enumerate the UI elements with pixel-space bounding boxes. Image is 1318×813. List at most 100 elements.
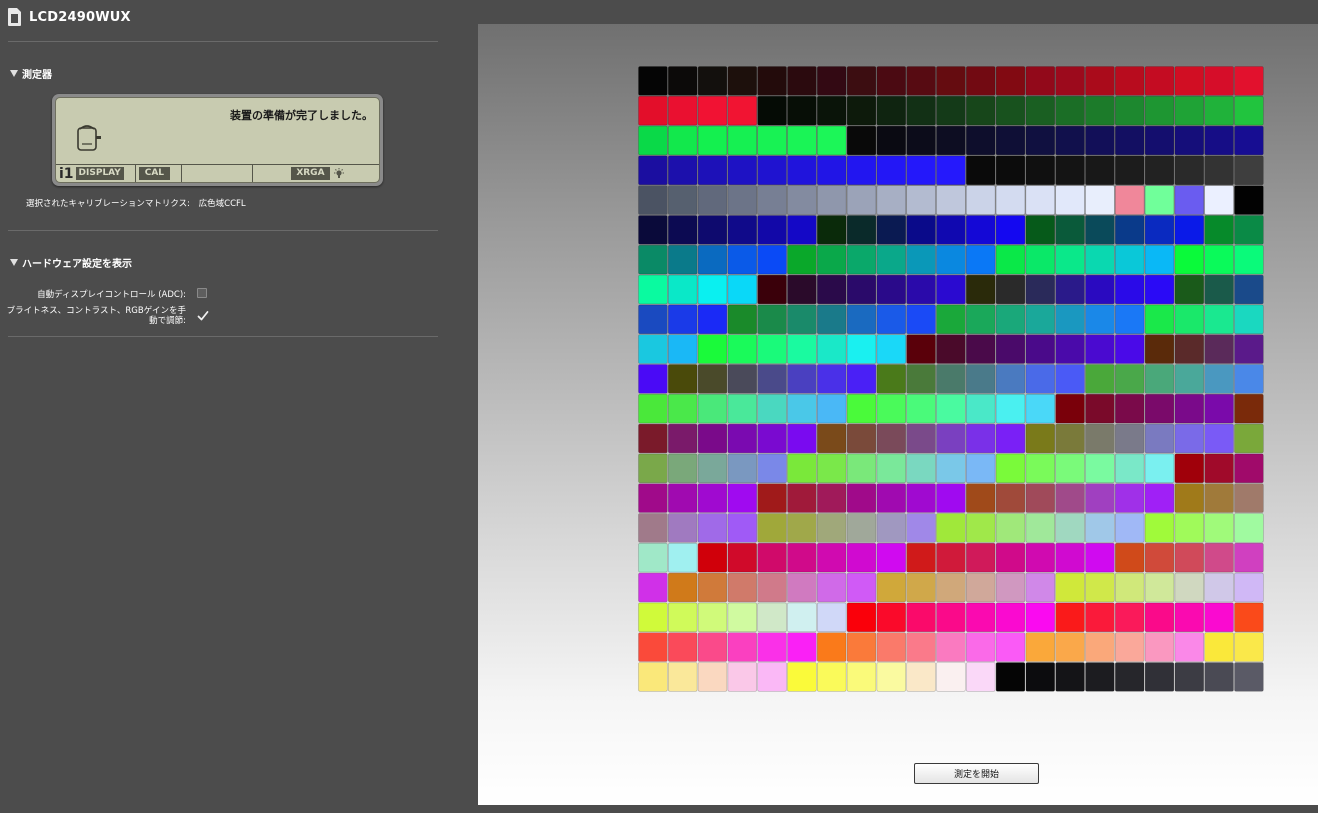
manual-adjust-checkbox[interactable] (197, 310, 209, 322)
color-patch (1174, 66, 1205, 96)
section-toggle-measurement[interactable]: 測定器 (10, 66, 52, 81)
color-patch (787, 304, 817, 334)
color-patch (936, 513, 966, 543)
color-patch (936, 393, 966, 424)
color-patch (1055, 155, 1085, 186)
color-patch (1055, 185, 1085, 215)
color-patch (757, 483, 787, 513)
color-patch (727, 185, 758, 215)
color-patch (936, 542, 966, 573)
color-patch (1174, 95, 1205, 126)
color-patch (906, 423, 936, 454)
color-patch (697, 513, 728, 543)
color-patch (876, 364, 906, 394)
color-patch (667, 274, 698, 305)
color-patch (727, 155, 758, 186)
color-patch (1085, 662, 1115, 692)
color-patch (965, 304, 996, 334)
i1-logo: i1 (59, 165, 74, 182)
color-patch (1144, 66, 1175, 96)
color-patch (787, 274, 817, 305)
color-patch (1114, 632, 1145, 662)
color-patch (1204, 542, 1234, 573)
color-patch (995, 245, 1026, 275)
color-patch (1114, 155, 1145, 186)
color-patch (727, 245, 758, 275)
start-measurement-button[interactable]: 測定を開始 (914, 763, 1039, 784)
color-patch (727, 483, 758, 513)
color-patch (697, 155, 728, 186)
color-patch (995, 542, 1026, 573)
color-patch (1174, 602, 1205, 633)
color-patch (1174, 542, 1205, 573)
color-patch (876, 572, 906, 603)
color-patch (846, 95, 877, 126)
color-patch (757, 632, 787, 662)
color-patch (1055, 364, 1085, 394)
color-patch (906, 483, 936, 513)
color-patch (697, 215, 728, 245)
color-patch (667, 66, 698, 96)
divider (8, 41, 438, 42)
adc-checkbox[interactable] (197, 288, 207, 298)
device-title: LCD2490WUX (29, 9, 131, 25)
color-patch (1055, 453, 1085, 483)
color-patch (906, 66, 936, 96)
color-patch (1114, 334, 1145, 364)
color-patch (846, 125, 877, 156)
color-patch (1144, 393, 1175, 424)
color-patch (727, 95, 758, 126)
cal-badge: CAL (138, 167, 171, 180)
color-patch (936, 125, 966, 156)
lcd-screen: 装置の準備が完了しました。 i1 DISPLAY CAL XRGA (55, 97, 380, 183)
color-patch (638, 185, 668, 215)
color-patch (817, 662, 847, 692)
color-patch (1085, 304, 1115, 334)
color-patch (995, 334, 1026, 364)
color-patch (817, 542, 847, 573)
color-patch (1144, 185, 1175, 215)
color-patch (1174, 393, 1205, 424)
manual-adjust-label: ブライトネス、コントラスト、RGBゲインを手 動で調節: (0, 306, 186, 326)
calibration-matrix-label: 選択されたキャリブレーションマトリクス: (26, 199, 190, 209)
color-patch (757, 662, 787, 692)
color-patch (787, 125, 817, 156)
color-patch (1204, 66, 1234, 96)
color-patch (1234, 393, 1264, 424)
color-patch (936, 215, 966, 245)
color-patch (876, 125, 906, 156)
section-toggle-hardware[interactable]: ハードウェア設定を表示 (10, 255, 132, 270)
color-patch (936, 274, 966, 305)
color-patch (1204, 572, 1234, 603)
color-patch (936, 66, 966, 96)
color-patch (787, 453, 817, 483)
color-patch (1204, 125, 1234, 156)
color-patch (876, 185, 906, 215)
color-patch (846, 274, 877, 305)
color-patch (727, 125, 758, 156)
color-patch (876, 334, 906, 364)
color-patch (1174, 572, 1205, 603)
color-patch (638, 423, 668, 454)
color-patch (817, 334, 847, 364)
app-window: LCD2490WUX 測定器 装置の準備が完了しました。 i1 DISPLAY (0, 0, 1318, 813)
color-patch (1234, 95, 1264, 126)
color-patch (1114, 393, 1145, 424)
color-patch (817, 155, 847, 186)
color-patch (846, 542, 877, 573)
color-patch (727, 364, 758, 394)
color-patch (727, 542, 758, 573)
color-patch (906, 334, 936, 364)
color-patch (1085, 572, 1115, 603)
color-patch (1144, 423, 1175, 454)
color-patch (1204, 483, 1234, 513)
color-patch (965, 364, 996, 394)
color-patch (638, 66, 668, 96)
color-patch (667, 453, 698, 483)
color-patch (1055, 95, 1085, 126)
color-patch (876, 632, 906, 662)
color-patch (817, 393, 847, 424)
color-patch (876, 393, 906, 424)
color-patch (757, 185, 787, 215)
color-patch (727, 602, 758, 633)
